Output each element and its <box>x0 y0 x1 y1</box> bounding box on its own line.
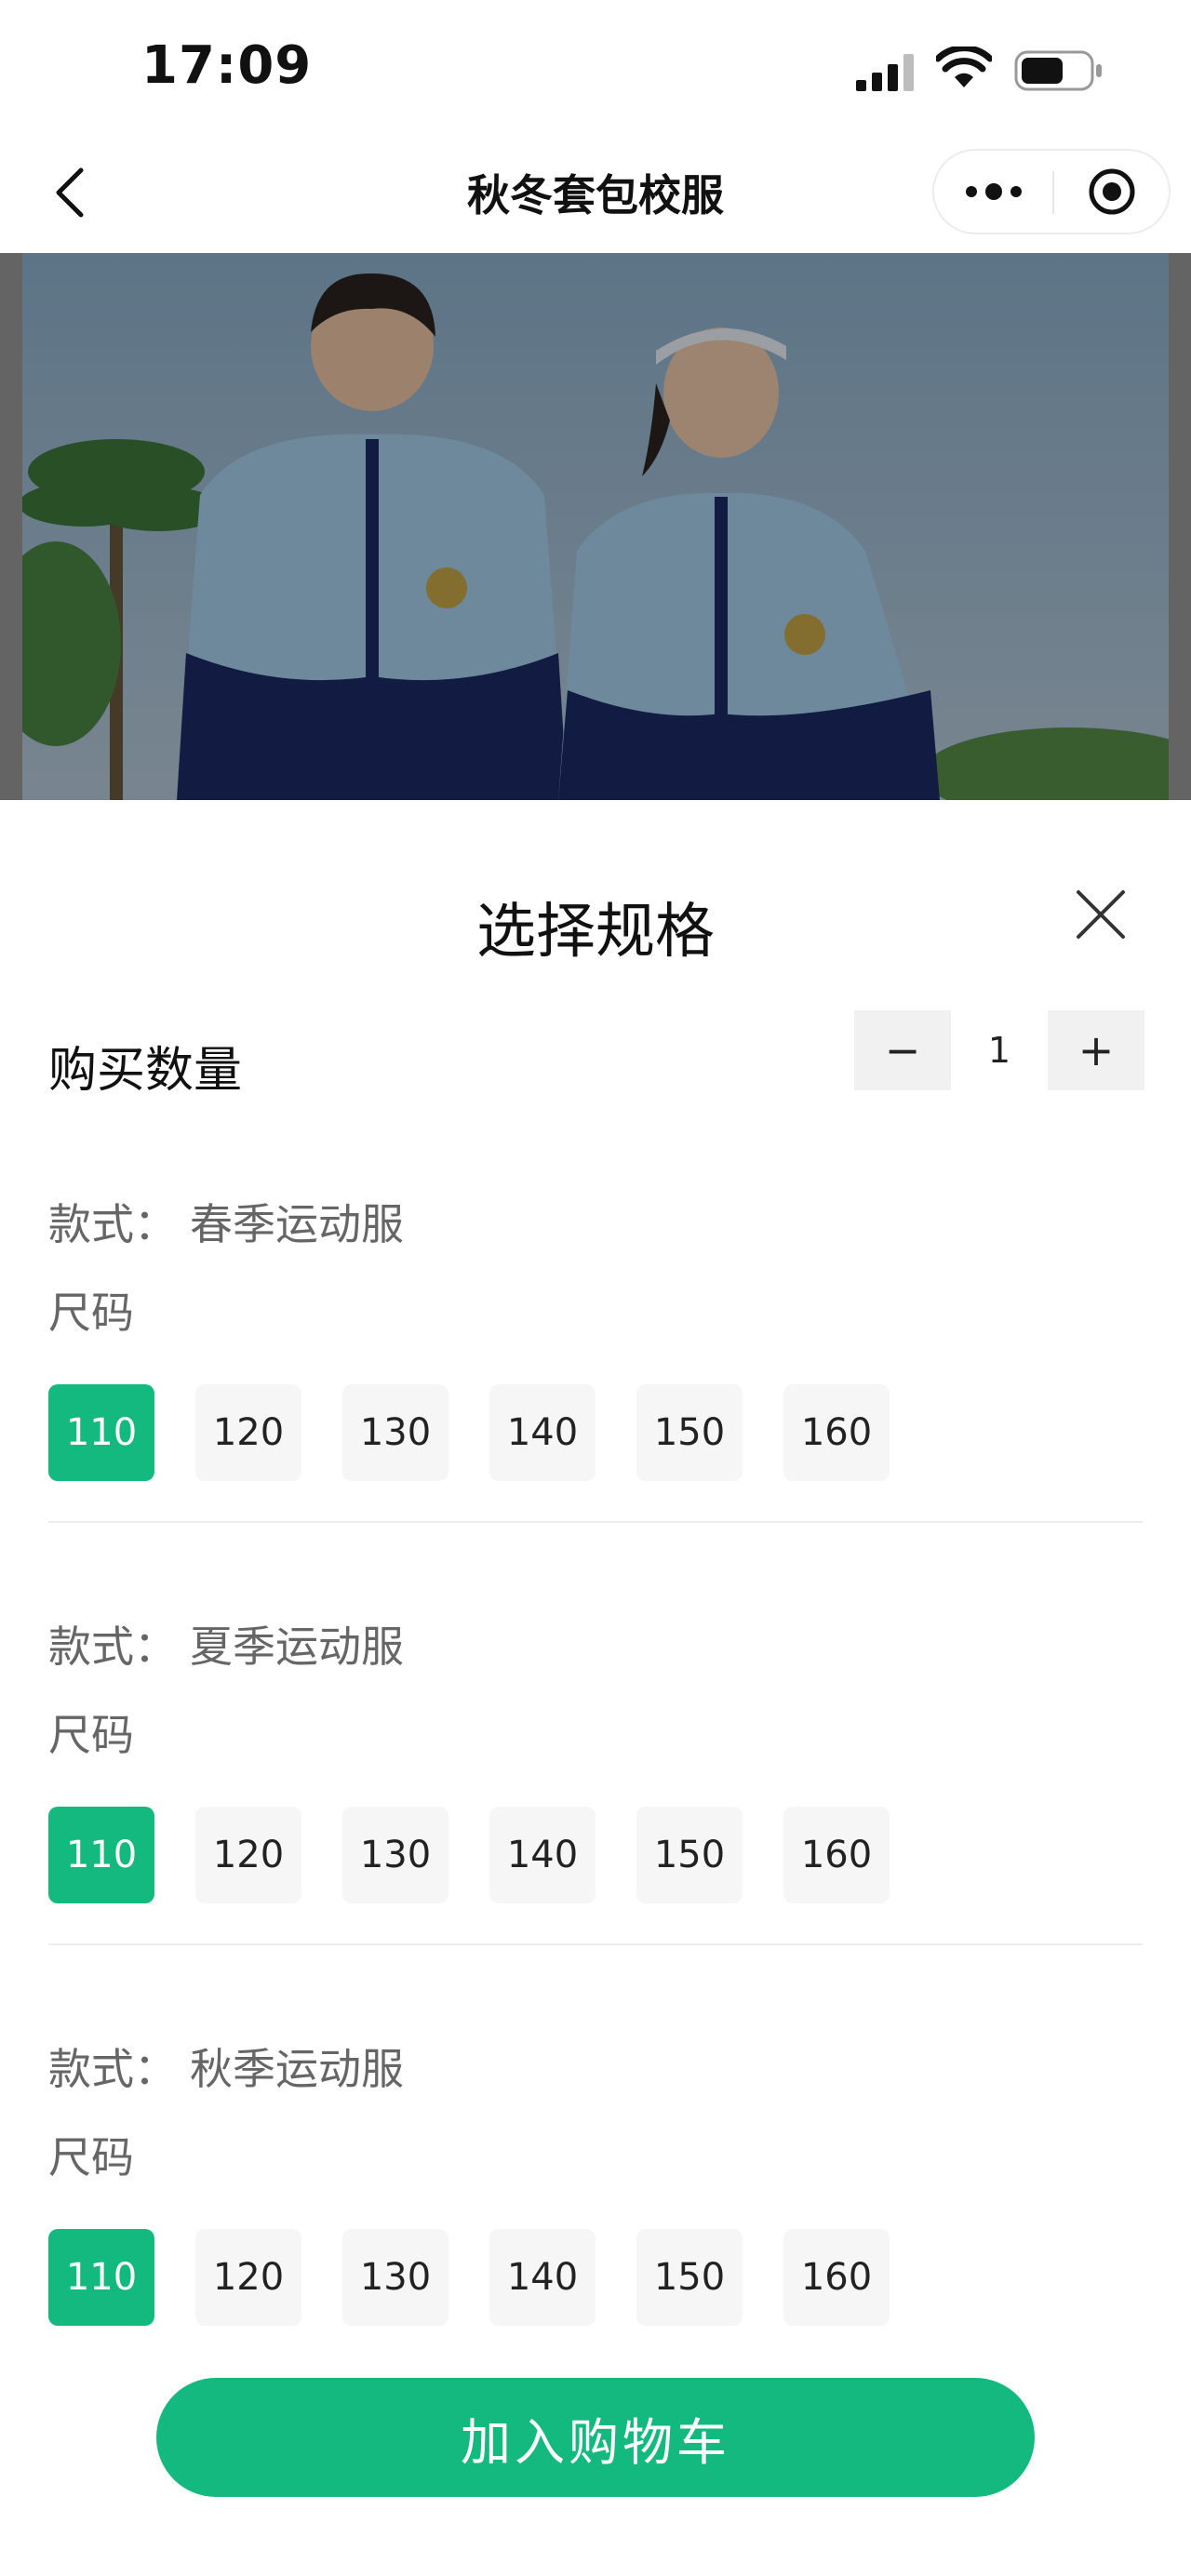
style-line: 款式： 春季运动服 <box>48 1191 404 1252</box>
increase-button[interactable]: + <box>1048 1010 1144 1090</box>
status-time: 17:09 <box>141 35 313 96</box>
target-icon <box>1089 168 1134 215</box>
sheet-title: 选择规格 <box>476 898 715 967</box>
size-label: 尺码 <box>48 1710 134 1760</box>
size-option-120[interactable]: 120 <box>195 1384 301 1481</box>
size-option-140[interactable]: 140 <box>489 1384 596 1481</box>
size-option-130[interactable]: 130 <box>342 1384 448 1481</box>
size-option-150[interactable]: 150 <box>636 1384 743 1481</box>
spec-sheet: 选择规格 购买数量 − 1 + 款式： 春季运动服 尺码 110 120 130 … <box>0 800 1191 2576</box>
size-option-120[interactable]: 120 <box>195 2229 301 2326</box>
size-option-120[interactable]: 120 <box>195 1807 301 1903</box>
add-to-cart-button[interactable]: 加入购物车 <box>156 2378 1035 2497</box>
style-prefix: 款式： <box>48 1622 177 1672</box>
size-option-150[interactable]: 150 <box>636 1807 743 1903</box>
size-option-110[interactable]: 110 <box>48 1384 154 1481</box>
dim-overlay[interactable] <box>0 253 1191 800</box>
nav-bar: 秋冬套包校服 <box>0 140 1191 253</box>
size-options: 110 120 130 140 150 160 <box>48 1807 930 1903</box>
product-photo <box>0 253 1191 800</box>
size-option-150[interactable]: 150 <box>636 2229 743 2326</box>
decrease-button[interactable]: − <box>854 1010 951 1090</box>
close-button[interactable] <box>1068 882 1133 947</box>
quantity-label: 购买数量 <box>48 1043 243 1099</box>
mini-program-capsule <box>932 149 1171 234</box>
size-option-110[interactable]: 110 <box>48 1807 154 1903</box>
quantity-value[interactable]: 1 <box>951 1010 1048 1090</box>
battery-icon <box>1014 50 1102 91</box>
size-options: 110 120 130 140 150 160 <box>48 1384 930 1481</box>
style-value: 秋季运动服 <box>190 2044 404 2094</box>
size-option-130[interactable]: 130 <box>342 2229 448 2326</box>
style-prefix: 款式： <box>48 2044 177 2094</box>
style-prefix: 款式： <box>48 1199 177 1249</box>
size-option-160[interactable]: 160 <box>783 1384 890 1481</box>
divider <box>48 1521 1143 1523</box>
style-line: 款式： 秋季运动服 <box>48 2035 404 2097</box>
wifi-icon <box>936 47 992 87</box>
style-value: 春季运动服 <box>190 1199 404 1249</box>
style-line: 款式： 夏季运动服 <box>48 1613 404 1675</box>
style-value: 夏季运动服 <box>190 1622 404 1672</box>
size-option-110[interactable]: 110 <box>48 2229 154 2326</box>
size-label: 尺码 <box>48 1288 134 1338</box>
size-option-160[interactable]: 160 <box>783 2229 890 2326</box>
quantity-stepper: − 1 + <box>854 1010 1144 1090</box>
divider <box>48 1943 1143 1945</box>
close-icon <box>1077 890 1125 939</box>
signal-icon <box>856 54 914 91</box>
close-mini-program-button[interactable] <box>1054 151 1169 233</box>
size-option-140[interactable]: 140 <box>489 1807 596 1903</box>
size-option-160[interactable]: 160 <box>783 1807 890 1903</box>
size-option-140[interactable]: 140 <box>489 2229 596 2326</box>
status-bar: 17:09 <box>0 0 1191 140</box>
more-dots-icon <box>965 183 1022 200</box>
size-label: 尺码 <box>48 2132 134 2182</box>
size-option-130[interactable]: 130 <box>342 1807 448 1903</box>
more-button[interactable] <box>934 151 1052 233</box>
size-options: 110 120 130 140 150 160 <box>48 2229 930 2326</box>
